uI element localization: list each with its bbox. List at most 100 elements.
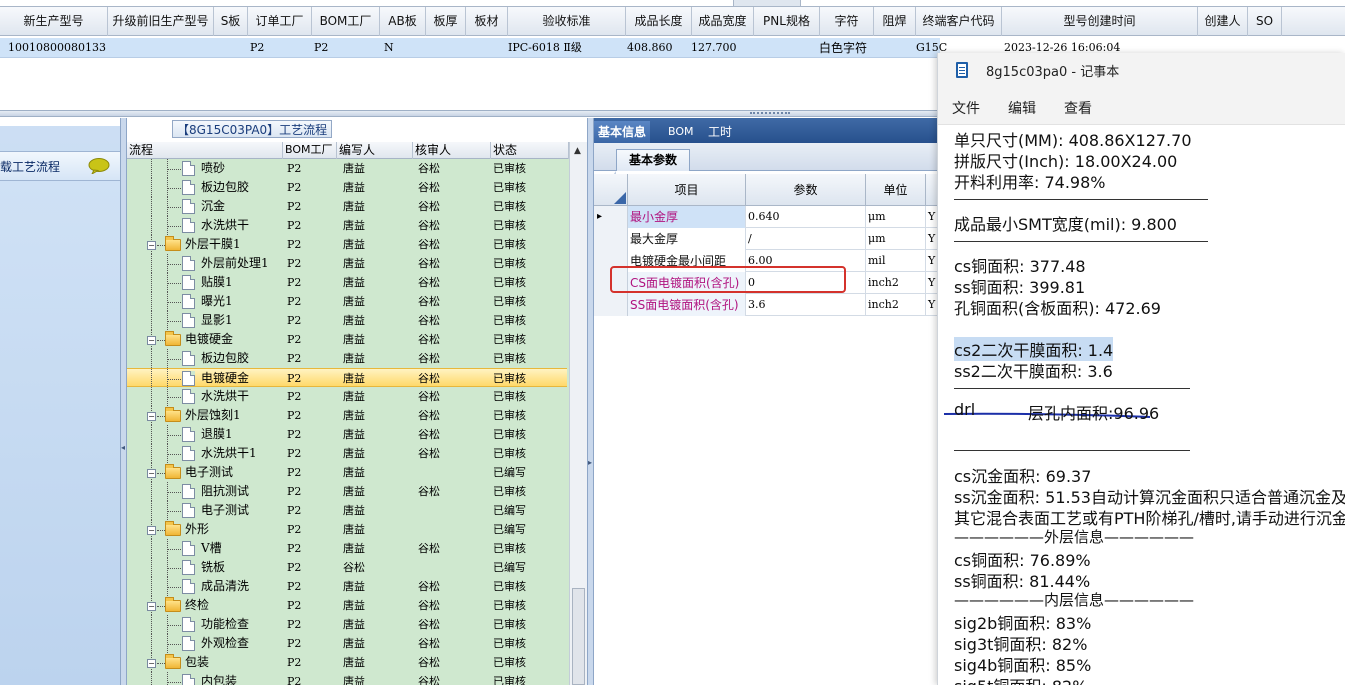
- scroll-up-icon[interactable]: ▲: [574, 146, 581, 156]
- col-old-model[interactable]: 升级前旧生产型号: [108, 7, 214, 36]
- col-item[interactable]: 项目: [628, 174, 746, 206]
- param-value[interactable]: /: [746, 228, 866, 250]
- collapse-toggle-icon[interactable]: −: [147, 602, 156, 611]
- process-row[interactable]: 板边包胶 P2 唐益 谷松 已审核: [127, 349, 567, 368]
- process-row[interactable]: 铣板 P2 谷松 已编写: [127, 558, 567, 577]
- process-row[interactable]: − 包装 P2 唐益 谷松 已审核: [127, 653, 567, 672]
- tab-work-hours[interactable]: 工时: [704, 121, 736, 143]
- process-row[interactable]: 沉金 P2 唐益 谷松 已审核: [127, 197, 567, 216]
- process-row[interactable]: 功能检查 P2 唐益 谷松 已审核: [127, 615, 567, 634]
- process-writer: 唐益: [343, 466, 365, 479]
- col-created-time[interactable]: 型号创建时间: [1002, 7, 1198, 36]
- col-material[interactable]: 板材: [466, 7, 508, 36]
- process-row[interactable]: 电子测试 P2 唐益 已编写: [127, 501, 567, 520]
- process-row[interactable]: 退膜1 P2 唐益 谷松 已审核: [127, 425, 567, 444]
- collapse-toggle-icon[interactable]: −: [147, 469, 156, 478]
- col-legend[interactable]: 字符: [820, 7, 874, 36]
- process-row[interactable]: 喷砂 P2 唐益 谷松 已审核: [127, 159, 567, 178]
- process-factory: P2: [287, 447, 302, 460]
- process-writer: 谷松: [343, 561, 365, 574]
- col-writer[interactable]: 编写人: [337, 142, 413, 159]
- process-row[interactable]: 内包装 P2 唐益 谷松 已审核: [127, 672, 567, 685]
- process-row[interactable]: V槽 P2 唐益 谷松 已审核: [127, 539, 567, 558]
- col-pnl[interactable]: PNL规格: [754, 7, 820, 36]
- notepad-titlebar[interactable]: 8g15c03pa0 - 记事本: [938, 53, 1345, 89]
- process-row[interactable]: 阻抗测试 P2 唐益 谷松 已审核: [127, 482, 567, 501]
- collapse-right-icon[interactable]: ▸: [588, 458, 592, 467]
- middle-collapse-bar[interactable]: ▸: [587, 118, 594, 685]
- collapse-toggle-icon[interactable]: −: [147, 526, 156, 535]
- document-icon: [182, 503, 195, 518]
- process-row[interactable]: 显影1 P2 唐益 谷松 已审核: [127, 311, 567, 330]
- process-row[interactable]: − 电镀硬金 P2 唐益 谷松 已审核: [127, 330, 567, 349]
- col-acceptance[interactable]: 验收标准: [508, 7, 626, 36]
- col-status[interactable]: 状态: [491, 142, 569, 159]
- col-width[interactable]: 成品宽度: [692, 7, 754, 36]
- process-name: 功能检查: [201, 617, 250, 631]
- process-row[interactable]: − 外层蚀刻1 P2 唐益 谷松 已审核: [127, 406, 567, 425]
- col-new-model[interactable]: 新生产型号: [0, 7, 108, 36]
- col-bom-factory[interactable]: BOM工厂: [283, 142, 337, 159]
- col-customer-code[interactable]: 终端客户代码: [916, 7, 1002, 36]
- param-value[interactable]: 0.640: [746, 206, 866, 228]
- col-order-factory[interactable]: 订单工厂: [248, 7, 312, 36]
- process-row[interactable]: 水洗烘干1 P2 唐益 谷松 已审核: [127, 444, 567, 463]
- process-row[interactable]: 水洗烘干 P2 唐益 谷松 已审核: [127, 216, 567, 235]
- collapse-toggle-icon[interactable]: −: [147, 412, 156, 421]
- document-icon: [182, 617, 195, 632]
- process-caption: 【8G15C03PA0】工艺流程: [172, 120, 333, 138]
- collapse-left-icon[interactable]: ◂: [121, 443, 125, 452]
- process-status: 已审核: [493, 428, 526, 441]
- left-collapse-bar[interactable]: ◂: [120, 118, 127, 685]
- process-scrollbar[interactable]: ▲: [569, 142, 587, 685]
- menu-view[interactable]: 查看: [1064, 98, 1092, 118]
- process-status: 已审核: [493, 637, 526, 650]
- collapse-toggle-icon[interactable]: −: [147, 241, 156, 250]
- scroll-thumb[interactable]: [572, 588, 585, 685]
- process-row[interactable]: − 电子测试 P2 唐益 已编写: [127, 463, 567, 482]
- param-value[interactable]: 3.6: [746, 294, 866, 316]
- menu-edit[interactable]: 编辑: [1008, 98, 1036, 118]
- splitter-grip[interactable]: [750, 112, 790, 115]
- process-row[interactable]: 外层前处理1 P2 唐益 谷松 已审核: [127, 254, 567, 273]
- collapse-toggle-icon[interactable]: −: [147, 336, 156, 345]
- col-so[interactable]: SO: [1248, 7, 1282, 36]
- horizontal-splitter[interactable]: [0, 110, 940, 117]
- notepad-window: 8g15c03pa0 - 记事本 文件 编辑 查看 单只尺寸(MM): 408.…: [937, 53, 1345, 685]
- process-row[interactable]: 电镀硬金 P2 唐益 谷松 已审核: [127, 368, 567, 388]
- col-bom-factory[interactable]: BOM工厂: [312, 7, 380, 36]
- col-ab-board[interactable]: AB板: [380, 7, 426, 36]
- process-factory: P2: [287, 352, 302, 365]
- col-thickness[interactable]: 板厚: [426, 7, 466, 36]
- process-row[interactable]: 成品清洗 P2 唐益 谷松 已审核: [127, 577, 567, 596]
- col-reviewer[interactable]: 核审人: [413, 142, 491, 159]
- col-solder-mask[interactable]: 阻焊: [874, 7, 916, 36]
- collapse-toggle-icon[interactable]: −: [147, 659, 156, 668]
- menu-file[interactable]: 文件: [952, 98, 980, 118]
- tab-basic-info[interactable]: 基本信息: [594, 121, 651, 143]
- col-value[interactable]: 参数: [746, 174, 866, 206]
- param-row[interactable]: ▸ 最小金厚 0.640 μm Y: [594, 206, 940, 228]
- col-length[interactable]: 成品长度: [626, 7, 692, 36]
- process-row[interactable]: − 外形 P2 唐益 已编写: [127, 520, 567, 539]
- param-row[interactable]: SS面电镀面积(含孔) 3.6 inch2 Y: [594, 294, 940, 316]
- process-factory: P2: [287, 580, 302, 593]
- model-grid-row[interactable]: 10010800080133 P2 P2 N IPC-6018 Ⅱ级 408.8…: [0, 38, 1120, 58]
- process-row[interactable]: 板边包胶 P2 唐益 谷松 已审核: [127, 178, 567, 197]
- subtab-basic-params[interactable]: 基本参数: [616, 149, 691, 171]
- process-row[interactable]: − 外层干膜1 P2 唐益 谷松 已审核: [127, 235, 567, 254]
- process-row[interactable]: 水洗烘干 P2 唐益 谷松 已审核: [127, 387, 567, 406]
- process-row[interactable]: 外观检查 P2 唐益 谷松 已审核: [127, 634, 567, 653]
- tab-bom[interactable]: BOM: [664, 121, 698, 143]
- col-unit[interactable]: 单位: [866, 174, 926, 206]
- col-creator[interactable]: 创建人: [1198, 7, 1248, 36]
- notepad-text-area[interactable]: 单只尺寸(MM): 408.86X127.70 拼版尺寸(Inch): 18.0…: [938, 125, 1345, 685]
- col-s-board[interactable]: S板: [214, 7, 248, 36]
- param-row[interactable]: 最大金厚 / μm Y: [594, 228, 940, 250]
- col-flow[interactable]: 流程: [127, 142, 283, 159]
- load-process-item[interactable]: 加载工艺流程: [0, 151, 120, 181]
- process-row[interactable]: 曝光1 P2 唐益 谷松 已审核: [127, 292, 567, 311]
- folder-icon: [165, 236, 181, 251]
- process-row[interactable]: − 终检 P2 唐益 谷松 已审核: [127, 596, 567, 615]
- process-row[interactable]: 贴膜1 P2 唐益 谷松 已审核: [127, 273, 567, 292]
